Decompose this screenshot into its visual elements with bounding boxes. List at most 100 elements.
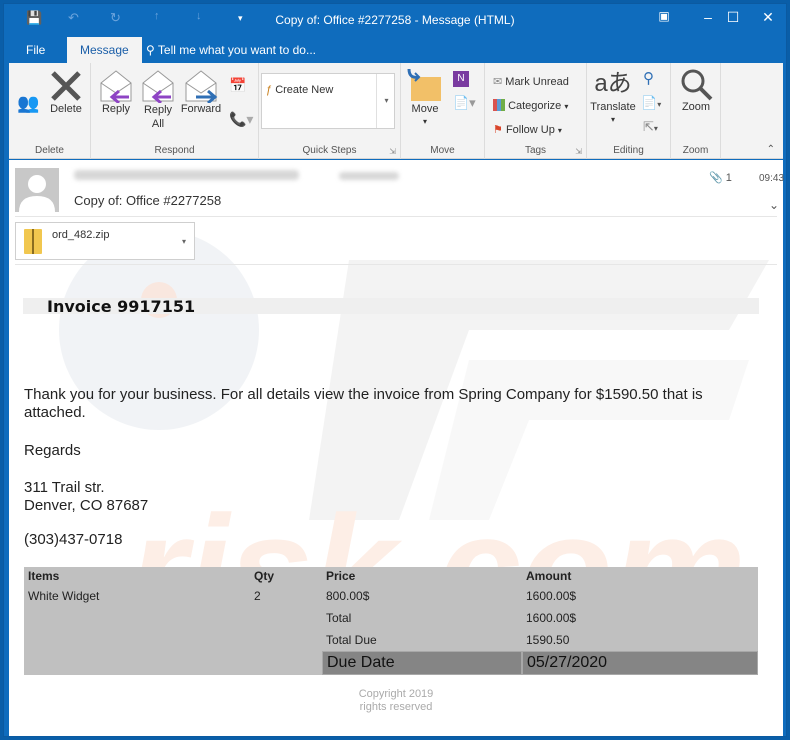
tab-message[interactable]: Message: [67, 37, 142, 64]
meeting-icon[interactable]: 📅: [229, 77, 246, 94]
reply-label: Reply: [101, 103, 131, 115]
expand-header-icon[interactable]: ⌄: [769, 198, 779, 212]
quick-steps-dropdown[interactable]: ▾: [376, 74, 396, 128]
create-new-label: Create New: [275, 84, 334, 96]
paragraph-line-1: Thank you for your business. For all det…: [24, 386, 703, 403]
follow-up-label: Follow Up: [505, 124, 555, 136]
header-qty: Qty: [254, 569, 275, 583]
group-label-delete: Delete: [35, 145, 64, 156]
move-label: Move: [411, 103, 439, 115]
message-subject: Copy of: Office #2277258: [74, 193, 222, 208]
forward-button[interactable]: Forward: [179, 69, 223, 115]
maximize-icon[interactable]: ☐: [721, 9, 745, 26]
reply-all-icon: [142, 70, 174, 103]
tab-file[interactable]: File: [26, 37, 45, 64]
group-tags: ✉ Mark Unread Categorize ▾ ⚑ Follow Up ▾…: [485, 63, 587, 159]
invoice-title: Invoice 9917151: [47, 297, 196, 316]
tell-me-label: Tell me what you want to do...: [157, 43, 316, 57]
zoom-label: Zoom: [681, 101, 711, 113]
recipient-blurred: [339, 172, 399, 180]
flag-icon: ⚑: [493, 124, 503, 136]
group-label-respond: Respond: [154, 145, 195, 156]
header-amount: Amount: [526, 569, 572, 583]
divider: [15, 216, 777, 217]
message-time: 09:43: [759, 173, 785, 184]
group-zoom: Zoom Zoom: [671, 63, 721, 159]
categorize-button[interactable]: Categorize ▾: [493, 99, 568, 112]
address-line-1: 311 Trail str.: [24, 479, 105, 496]
more-respond-icon[interactable]: 📞▾: [229, 111, 253, 128]
reply-all-label-1: Reply: [143, 104, 173, 116]
title-bar: 💾 ↶ ↻ ↑ ↓ ▾ Copy of: Office #2277258 - M…: [4, 4, 786, 36]
group-label-move: Move: [430, 145, 455, 156]
attachment-name: ord_482.zip: [52, 229, 110, 241]
body-paragraph: Thank you for your business. For all det…: [24, 386, 703, 422]
reply-all-label-2: All: [151, 118, 165, 130]
categorize-icon: [493, 99, 505, 111]
select-icon[interactable]: ⇱▾: [643, 119, 658, 135]
total-row: Total 1600.00$: [24, 607, 758, 629]
group-label-editing: Editing: [613, 145, 644, 156]
onenote-icon[interactable]: N: [453, 71, 469, 87]
group-respond: Reply Reply All Forward 📅 📞▾ Respond: [91, 63, 259, 159]
lightbulb-icon: ⚲: [146, 43, 158, 57]
item-name: White Widget: [28, 589, 100, 603]
forward-label: Forward: [180, 103, 222, 115]
reply-all-button[interactable]: Reply All: [139, 69, 177, 131]
mark-unread-button[interactable]: ✉ Mark Unread: [493, 75, 569, 88]
due-date-label: Due Date: [322, 651, 522, 675]
total-value: 1600.00$: [526, 611, 577, 625]
group-label-quick-steps: Quick Steps: [302, 145, 357, 156]
find-icon[interactable]: ⚲: [643, 69, 654, 87]
create-new-button[interactable]: ƒ Create New: [266, 84, 333, 96]
minimize-icon[interactable]: –: [696, 9, 720, 25]
divider: [15, 264, 777, 265]
person-icon: [19, 175, 55, 212]
group-delete: 👥 Delete Delete: [9, 63, 91, 159]
mark-unread-label: Mark Unread: [505, 76, 569, 88]
delete-button[interactable]: Delete: [45, 69, 87, 115]
translate-dropdown-icon: ▾: [610, 115, 615, 124]
tell-me-search[interactable]: ⚲ Tell me what you want to do...: [146, 37, 316, 64]
move-button[interactable]: Move ▾: [405, 67, 445, 127]
zip-file-icon: [24, 229, 42, 254]
table-header-row: Items Qty Price Amount: [24, 567, 758, 585]
forward-icon: [185, 70, 218, 103]
follow-up-button[interactable]: ⚑ Follow Up ▾: [493, 123, 562, 136]
paragraph-line-2: attached.: [24, 404, 86, 421]
header-price: Price: [326, 569, 356, 583]
attachment-count-value: 1: [725, 172, 732, 184]
move-dropdown-icon: ▾: [422, 117, 427, 126]
close-icon[interactable]: ✕: [756, 9, 780, 26]
related-icon[interactable]: 📄▾: [641, 95, 661, 111]
item-qty: 2: [254, 589, 261, 603]
copyright-line-1: Copyright 2019: [358, 688, 434, 700]
message-pane: risk.com Copy of: Office #2277258 📎 1 09…: [9, 160, 785, 736]
ignore-icon[interactable]: 👥: [17, 93, 39, 114]
sender-blurred: [74, 170, 299, 180]
sender-avatar: [15, 168, 59, 212]
translate-button[interactable]: aあ Translate ▾: [589, 67, 637, 125]
total-due-row: Total Due 1590.50: [24, 629, 758, 651]
due-date-row: Due Date 05/27/2020: [24, 651, 758, 675]
group-label-tags: Tags: [524, 145, 547, 156]
envelope-icon: ✉: [493, 76, 503, 88]
collapse-ribbon-icon[interactable]: ⌃: [767, 144, 775, 155]
magnifier-icon: [681, 69, 713, 101]
table-row: White Widget 2 800.00$ 1600.00$: [24, 585, 758, 607]
header-items: Items: [28, 569, 60, 583]
reply-button[interactable]: Reply: [97, 69, 135, 115]
attachment-dropdown-icon[interactable]: ▾: [182, 237, 186, 246]
reply-icon: [100, 70, 132, 103]
copyright: Copyright 2019 rights reserved: [9, 688, 783, 714]
ribbon-display-icon[interactable]: ▣: [652, 9, 676, 23]
attachment-item[interactable]: ord_482.zip ▾: [15, 222, 195, 260]
attachment-count: 📎 1: [709, 171, 732, 184]
copyright-line-2: rights reserved: [359, 701, 433, 713]
paperclip-icon: 📎: [709, 172, 723, 184]
actions-icon[interactable]: 📄▾: [453, 95, 476, 111]
zoom-button[interactable]: Zoom: [673, 67, 719, 113]
categorize-dropdown-icon: ▾: [564, 102, 569, 111]
phone-number: (303)437-0718: [24, 531, 123, 548]
categorize-label: Categorize: [508, 100, 562, 112]
